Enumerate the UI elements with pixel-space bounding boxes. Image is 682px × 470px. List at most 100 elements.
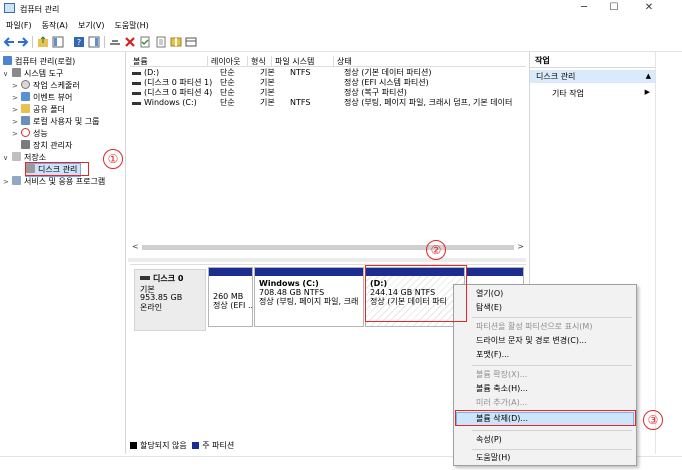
back-arrow-icon[interactable] — [3, 36, 15, 48]
help-book-icon[interactable] — [170, 36, 182, 48]
menu-separator — [472, 365, 632, 366]
toolbar: ? — [0, 32, 682, 52]
annotation-box-partition-d — [365, 265, 467, 322]
legend: 할당되지 않음 주 파티션 — [130, 440, 234, 452]
menu-item-mark-active[interactable]: 파티션을 활성 파티션으로 표시(M) — [476, 321, 592, 333]
partition-efi[interactable]: 260 MB 정상 (EFI ... — [208, 267, 253, 327]
column-volume[interactable]: 볼륨 — [130, 56, 208, 67]
primary-partition-bar — [209, 268, 252, 276]
properties-icon[interactable] — [155, 36, 167, 48]
svg-text:?: ? — [77, 38, 81, 47]
menu-help[interactable]: 도움말(H) — [108, 18, 152, 31]
users-icon — [21, 116, 30, 125]
checklist-icon[interactable] — [139, 36, 151, 48]
chevron-down-icon[interactable]: ∨ — [3, 152, 12, 164]
primary-partition-bar — [255, 268, 363, 276]
computer-management-icon — [4, 3, 15, 13]
submenu-arrow-icon: ▶ — [644, 88, 650, 96]
tree-system-tools[interactable]: ∨ 시스템 도구 — [3, 68, 63, 80]
menu-file[interactable]: 파일(F) — [0, 18, 36, 31]
tree-services[interactable]: > 서비스 및 응용 프로그램 — [3, 176, 105, 188]
scroll-right-icon[interactable]: > — [517, 242, 524, 251]
tree-shared-folders[interactable]: > 공유 폴더 — [12, 104, 65, 116]
menu-item-properties[interactable]: 속성(P) — [476, 434, 502, 446]
menu-item-format[interactable]: 포맷(F)... — [476, 349, 509, 361]
title-bar: 컴퓨터 관리 ─ ☐ ✕ — [0, 0, 682, 18]
action-section-disk-management[interactable]: 디스크 관리 ▲ — [530, 70, 655, 83]
menu-separator — [472, 317, 632, 318]
tree-root[interactable]: 컴퓨터 관리(로컬) — [3, 56, 75, 68]
legend-unallocated: 할당되지 않음 — [140, 441, 187, 450]
column-status[interactable]: 상태 — [334, 56, 526, 67]
services-icon — [12, 176, 21, 185]
menu-separator — [472, 449, 632, 450]
menu-item-extend-volume[interactable]: 볼륨 확장(X)... — [476, 369, 527, 381]
volume-row[interactable]: (디스크 0 파티션 4) 단순 기본 정상 (복구 파티션) — [130, 88, 526, 98]
device-manager-icon — [21, 140, 30, 149]
show-hide-tree-icon[interactable] — [52, 36, 64, 48]
disk-state: 온라인 — [140, 303, 163, 312]
volume-row[interactable]: (디스크 0 파티션 1) 단순 기본 정상 (EFI 시스템 파티션) — [130, 78, 526, 88]
tree-device-manager[interactable]: 장치 관리자 — [21, 140, 72, 152]
scrollbar-thumb[interactable] — [142, 245, 514, 250]
menu-item-help[interactable]: 도움말(H) — [476, 452, 510, 464]
menu-bar: 파일(F) 동작(A) 보기(V) 도움말(H) — [0, 18, 682, 32]
chevron-right-icon[interactable]: > — [12, 104, 21, 116]
up-folder-icon[interactable] — [37, 36, 49, 48]
volume-icon — [132, 102, 141, 105]
volume-icon — [132, 72, 141, 75]
forward-arrow-icon[interactable] — [17, 36, 29, 48]
partition-windows-c[interactable]: Windows (C:) 708.48 GB NTFS 정상 (부팅, 페이지 … — [254, 267, 364, 327]
menu-item-add-mirror[interactable]: 미러 추가(A)... — [476, 397, 527, 409]
menu-item-open[interactable]: 열기(O) — [476, 288, 503, 300]
disk-0-label[interactable]: 디스크 0 기본 953.85 GB 온라인 — [134, 269, 206, 331]
maximize-button[interactable]: ☐ — [599, 0, 629, 16]
minimize-button[interactable]: ─ — [569, 0, 599, 16]
scroll-left-icon[interactable]: < — [132, 242, 139, 251]
chevron-right-icon[interactable]: > — [12, 128, 21, 140]
menu-view[interactable]: 보기(V) — [72, 18, 108, 31]
pane-splitter[interactable] — [128, 258, 526, 262]
chevron-right-icon[interactable]: > — [12, 92, 21, 104]
tree-task-scheduler[interactable]: > 작업 스케줄러 — [12, 80, 80, 92]
volume-row[interactable]: Windows (C:) 단순 기본 NTFS 정상 (부팅, 페이지 파일, … — [130, 98, 526, 108]
help-icon[interactable]: ? — [73, 36, 85, 48]
tree-performance[interactable]: > 성능 — [12, 128, 48, 140]
context-menu: 열기(O) 탐색(E) 파티션을 활성 파티션으로 표시(M) 드라이브 문자 … — [453, 284, 637, 466]
tree-local-users[interactable]: > 로컬 사용자 및 그룹 — [12, 116, 100, 128]
show-hide-action-icon[interactable] — [88, 36, 100, 48]
volume-icon — [132, 92, 141, 95]
volume-row[interactable]: (D:) 단순 기본 NTFS 정상 (기본 데이터 파티션) — [130, 68, 526, 78]
connect-icon[interactable] — [109, 36, 121, 48]
chevron-down-icon[interactable]: ∨ — [3, 68, 12, 80]
tools-icon — [12, 68, 21, 77]
horizontal-scrollbar[interactable]: < > — [130, 242, 526, 254]
delete-icon[interactable] — [124, 36, 136, 48]
vertical-scrollbar[interactable] — [655, 52, 672, 454]
column-filesystem[interactable]: 파일 시스템 — [272, 56, 334, 67]
menu-action[interactable]: 동작(A) — [36, 18, 72, 31]
chevron-right-icon[interactable]: > — [12, 80, 21, 92]
disk-view-icon[interactable] — [185, 36, 197, 48]
volume-icon — [132, 82, 141, 85]
more-actions[interactable]: 기타 작업 ▶ — [552, 88, 652, 99]
computer-icon — [3, 56, 12, 65]
column-type[interactable]: 형식 — [248, 56, 272, 67]
annotation-badge-3: ③ — [643, 410, 663, 430]
annotation-badge-2: ② — [426, 240, 446, 260]
column-layout[interactable]: 레이아웃 — [208, 56, 248, 67]
chevron-right-icon[interactable]: > — [3, 176, 12, 188]
clock-icon — [21, 80, 30, 89]
tree-event-viewer[interactable]: > 이벤트 뷰어 — [12, 92, 72, 104]
close-button[interactable]: ✕ — [634, 0, 664, 16]
collapse-up-icon[interactable]: ▲ — [646, 70, 651, 83]
unallocated-swatch — [130, 442, 137, 449]
annotation-box-delete-volume — [455, 410, 636, 426]
menu-item-explore[interactable]: 탐색(E) — [476, 302, 502, 314]
menu-item-shrink-volume[interactable]: 볼륨 축소(H)... — [476, 383, 528, 395]
event-viewer-icon — [21, 92, 30, 101]
chevron-right-icon[interactable]: > — [12, 116, 21, 128]
performance-icon — [21, 128, 30, 137]
toolbar-separator — [104, 36, 105, 48]
menu-item-change-drive-letter[interactable]: 드라이브 문자 및 경로 변경(C)... — [476, 335, 587, 347]
